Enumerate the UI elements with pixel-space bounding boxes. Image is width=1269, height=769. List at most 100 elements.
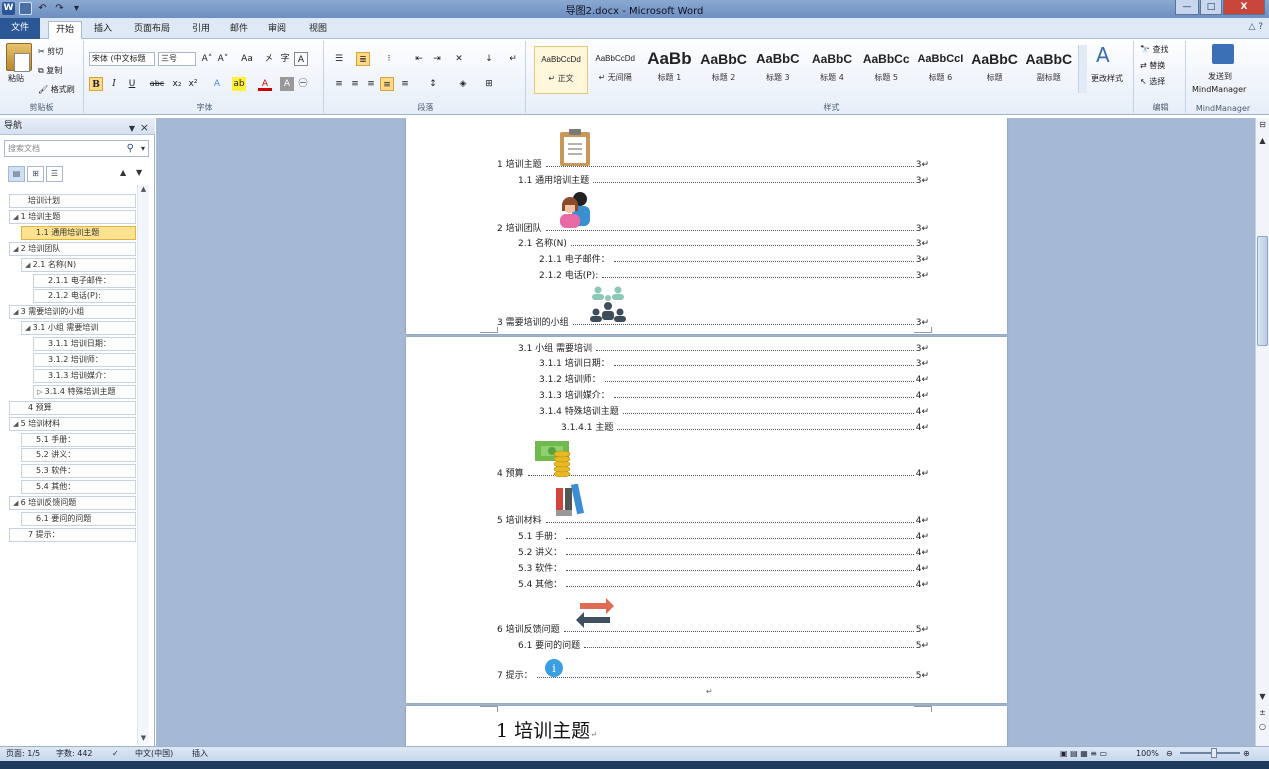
- expand-arrow-icon[interactable]: ◢: [13, 420, 21, 428]
- numbering-icon[interactable]: ≣: [356, 52, 370, 66]
- style-6[interactable]: AaBbCc 标题 5: [859, 46, 913, 94]
- nav-scroll-down-icon[interactable]: ▼: [138, 734, 149, 745]
- nav-heading-item[interactable]: ◢ 5 培训材料: [9, 416, 136, 431]
- nav-heading-item[interactable]: 5.1 手册：: [21, 432, 136, 447]
- nav-heading-item[interactable]: ◢ 3.1 小组 需要培训: [21, 321, 136, 336]
- nav-heading-item[interactable]: ◢ 1 培训主题: [9, 209, 136, 224]
- enclose-char-icon[interactable]: 字: [278, 52, 292, 66]
- borders-icon[interactable]: ⊞: [482, 77, 496, 91]
- toc-entry[interactable]: 6 培训反馈问题 5↵: [497, 623, 929, 638]
- underline-button[interactable]: U: [125, 77, 139, 91]
- nav-heading-item[interactable]: ◢ 6 培训反馈问题: [9, 496, 136, 511]
- toc-entry[interactable]: 5.4 其他： 4↵: [518, 578, 929, 593]
- style-8[interactable]: AaBbC 标题: [968, 46, 1022, 94]
- find-button[interactable]: 🔭 查找: [1140, 44, 1169, 56]
- select-button[interactable]: ↖ 选择: [1140, 76, 1165, 88]
- maximize-button[interactable]: □: [1200, 0, 1222, 15]
- toc-entry[interactable]: 2.1.1 电子邮件： 3↵: [539, 253, 929, 268]
- nav-scroll-up-icon[interactable]: ▲: [138, 185, 149, 196]
- shrink-font-button[interactable]: A˅: [216, 52, 230, 66]
- language[interactable]: 中文(中国): [135, 747, 173, 761]
- sort-icon[interactable]: ↓: [482, 52, 496, 66]
- nav-heading-item[interactable]: 2.1.2 电话(P):: [33, 289, 136, 304]
- insert-mode[interactable]: 插入: [192, 747, 208, 761]
- style-3[interactable]: AaBbC 标题 2: [697, 46, 751, 94]
- expand-arrow-icon[interactable]: ◢: [13, 308, 21, 316]
- cut-button[interactable]: ✂ 剪切: [38, 46, 63, 58]
- zoom-slider[interactable]: [1180, 752, 1240, 754]
- toc-entry[interactable]: 5.3 软件： 4↵: [518, 562, 929, 577]
- nav-heading-item[interactable]: 4 预算: [9, 400, 136, 415]
- prev-result-icon[interactable]: ▲: [120, 168, 126, 177]
- toc-entry[interactable]: 2.1.2 电话(P): 3↵: [539, 269, 929, 284]
- nav-heading-item[interactable]: 培训计划: [9, 194, 136, 208]
- nav-search-input[interactable]: 搜索文档 ⚲ ▾: [4, 140, 149, 157]
- tab-mailings[interactable]: 邮件: [224, 21, 254, 39]
- style-9[interactable]: AaBbC 副标题: [1022, 46, 1076, 94]
- nav-scrollbar[interactable]: ▲ ▼: [137, 185, 149, 745]
- align-center-icon[interactable]: ≡: [348, 77, 362, 91]
- nav-heading-item[interactable]: 1.1 通用培训主题: [21, 225, 136, 240]
- style-1[interactable]: AaBbCcDd ↵ 无间隔: [588, 46, 642, 94]
- send-to-label[interactable]: 发送到: [1208, 71, 1232, 83]
- view-buttons-icon[interactable]: ▣ ▤ ▦ ≡ ▭: [1060, 747, 1107, 761]
- multilevel-list-icon[interactable]: ⁝: [382, 52, 396, 66]
- zoom-slider-knob[interactable]: [1211, 748, 1217, 758]
- toc-entry[interactable]: 6.1 要问的问题 5↵: [518, 639, 929, 654]
- nav-heading-item[interactable]: ▷ 3.1.4 特殊培训主题: [33, 384, 136, 399]
- justify-icon[interactable]: ≡: [380, 77, 394, 91]
- change-styles-icon[interactable]: A: [1096, 43, 1110, 67]
- scroll-down-icon[interactable]: ▼: [1256, 692, 1269, 701]
- tab-insert[interactable]: 插入: [88, 21, 118, 39]
- nav-heading-item[interactable]: ◢ 3 需要培训的小组: [9, 305, 136, 320]
- grow-font-button[interactable]: A˄: [200, 52, 214, 66]
- expand-arrow-icon[interactable]: ▷: [37, 388, 45, 396]
- copy-button[interactable]: ⧉ 复制: [38, 65, 62, 77]
- nav-heading-item[interactable]: 7 提示：: [9, 527, 136, 542]
- nav-heading-item[interactable]: 5.3 软件：: [21, 464, 136, 479]
- align-right-icon[interactable]: ≡: [364, 77, 378, 91]
- word-count[interactable]: 字数: 442: [56, 747, 93, 761]
- enclosed-char-icon[interactable]: ㊀: [296, 77, 310, 91]
- subscript-button[interactable]: x₂: [170, 77, 184, 91]
- char-shading-icon[interactable]: A: [280, 77, 294, 91]
- prev-page-icon[interactable]: ±: [1256, 708, 1269, 717]
- proofing-icon[interactable]: ✓: [112, 747, 119, 761]
- expand-arrow-icon[interactable]: ◢: [13, 499, 21, 507]
- italic-button[interactable]: I: [107, 77, 121, 91]
- mindmanager-button[interactable]: MindManager: [1192, 84, 1246, 96]
- expand-arrow-icon[interactable]: ◢: [13, 245, 21, 253]
- style-0[interactable]: AaBbCcDd ↵ 正文: [534, 46, 588, 94]
- decrease-indent-icon[interactable]: ⇤: [412, 52, 426, 66]
- help-icon[interactable]: △ ?: [1248, 22, 1263, 32]
- tab-page-layout[interactable]: 页面布局: [126, 21, 178, 39]
- minimize-button[interactable]: —: [1175, 0, 1199, 15]
- nav-heading-item[interactable]: ◢ 2 培训团队: [9, 241, 136, 256]
- font-color-icon[interactable]: A: [258, 77, 272, 91]
- font-name-select[interactable]: 宋体 (中文标题: [89, 52, 155, 66]
- chinese-layout-icon[interactable]: ✕: [452, 52, 466, 66]
- zoom-level[interactable]: 100%: [1136, 747, 1159, 761]
- select-browse-object-icon[interactable]: ○: [1256, 722, 1269, 731]
- distributed-icon[interactable]: ≡: [398, 77, 412, 91]
- show-marks-icon[interactable]: ↵: [506, 52, 520, 66]
- nav-heading-item[interactable]: 5.4 其他：: [21, 480, 136, 495]
- toc-entry[interactable]: 2.1 名称(N) 3↵: [518, 237, 929, 252]
- zoom-out-icon[interactable]: ⊖: [1166, 747, 1173, 761]
- toc-entry[interactable]: 3.1.4.1 主题 4↵: [561, 421, 929, 436]
- search-options-icon[interactable]: ▾: [141, 141, 145, 156]
- page-count[interactable]: 页面: 1/5: [6, 747, 40, 761]
- toc-entry[interactable]: 3.1.2 培训师： 4↵: [539, 373, 929, 388]
- results-view-tab[interactable]: ☰: [46, 166, 63, 182]
- toc-entry[interactable]: 5.1 手册： 4↵: [518, 530, 929, 545]
- close-button[interactable]: X: [1223, 0, 1265, 15]
- tab-view[interactable]: 视图: [300, 21, 336, 39]
- highlight-icon[interactable]: ab: [232, 77, 246, 91]
- nav-heading-item[interactable]: 2.1.1 电子邮件：: [33, 273, 136, 288]
- nav-heading-item[interactable]: 6.1 要问的问题: [21, 512, 136, 526]
- expand-arrow-icon[interactable]: ◢: [13, 213, 21, 221]
- paste-button[interactable]: 粘贴: [8, 73, 24, 85]
- style-5[interactable]: AaBbC 标题 4: [805, 46, 859, 94]
- style-7[interactable]: AaBbCcI 标题 6: [913, 46, 967, 94]
- shading-icon[interactable]: ◈: [456, 77, 470, 91]
